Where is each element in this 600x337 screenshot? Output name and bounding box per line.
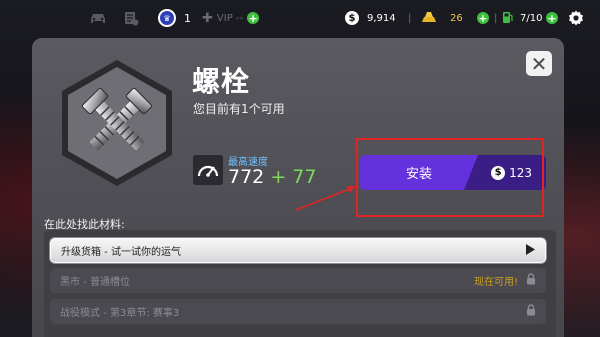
source-row-campaign[interactable]: 战役模式 - 第3章节: 赛事3 — [50, 299, 546, 324]
settings-icon[interactable] — [568, 0, 584, 36]
top-bar: ♛ 1 ✚ VIP -- + $ 9,914 | 26 + | 7/10 + — [0, 0, 600, 36]
source-row-upgrade-crate[interactable]: 升级货箱 - 试一试你的运气 — [50, 238, 546, 263]
fuel-counter: 7/10 — [502, 0, 542, 36]
gold-add-button[interactable]: + — [477, 0, 489, 36]
divider: | — [408, 12, 412, 24]
source-label: 黑市 - 普通槽位 — [60, 277, 130, 288]
stat-base-value: 772 — [228, 166, 265, 188]
speedometer-icon — [193, 155, 223, 185]
fuel-amount: 7/10 — [520, 12, 543, 24]
play-icon — [525, 243, 535, 258]
fuel-add-button[interactable]: + — [546, 0, 558, 36]
cash-icon: $ — [345, 11, 359, 25]
install-label: 安装 — [360, 155, 478, 190]
source-label: 升级货箱 - 试一试你的运气 — [61, 247, 181, 258]
annotation-arrow — [295, 186, 356, 211]
garage-icon[interactable] — [88, 0, 108, 36]
vip-icon: ✚ — [202, 10, 213, 26]
item-owned-count: 您目前有1个可用 — [193, 102, 285, 116]
lock-icon — [526, 304, 536, 319]
level-badge[interactable]: ♛ 1 — [158, 0, 191, 36]
cash-counter: $ 9,914 — [345, 0, 396, 36]
gold-icon — [420, 11, 438, 26]
vip-label: VIP -- — [216, 12, 244, 24]
close-button[interactable]: ✕ — [526, 51, 552, 76]
divider: | — [494, 12, 498, 24]
level-number: 1 — [184, 11, 191, 25]
lock-icon — [526, 273, 536, 288]
source-label: 战役模式 - 第3章节: 赛事3 — [60, 308, 180, 319]
gold-counter: 26 — [420, 0, 463, 36]
crown-icon: ♛ — [158, 9, 176, 27]
cash-amount: 9,914 — [367, 12, 396, 24]
source-status: 现在可用! — [473, 277, 518, 288]
item-image — [58, 58, 176, 188]
source-row-black-market[interactable]: 黑市 - 普通槽位 现在可用! — [50, 268, 546, 293]
item-title: 螺栓 — [192, 65, 251, 98]
fuel-icon — [502, 10, 514, 27]
bolts-icon — [62, 60, 172, 186]
vip-add-button[interactable]: + — [247, 12, 260, 24]
checklist-icon[interactable] — [123, 0, 139, 36]
vip-badge[interactable]: ✚ VIP -- + — [202, 0, 260, 36]
gold-amount: 26 — [450, 12, 463, 24]
